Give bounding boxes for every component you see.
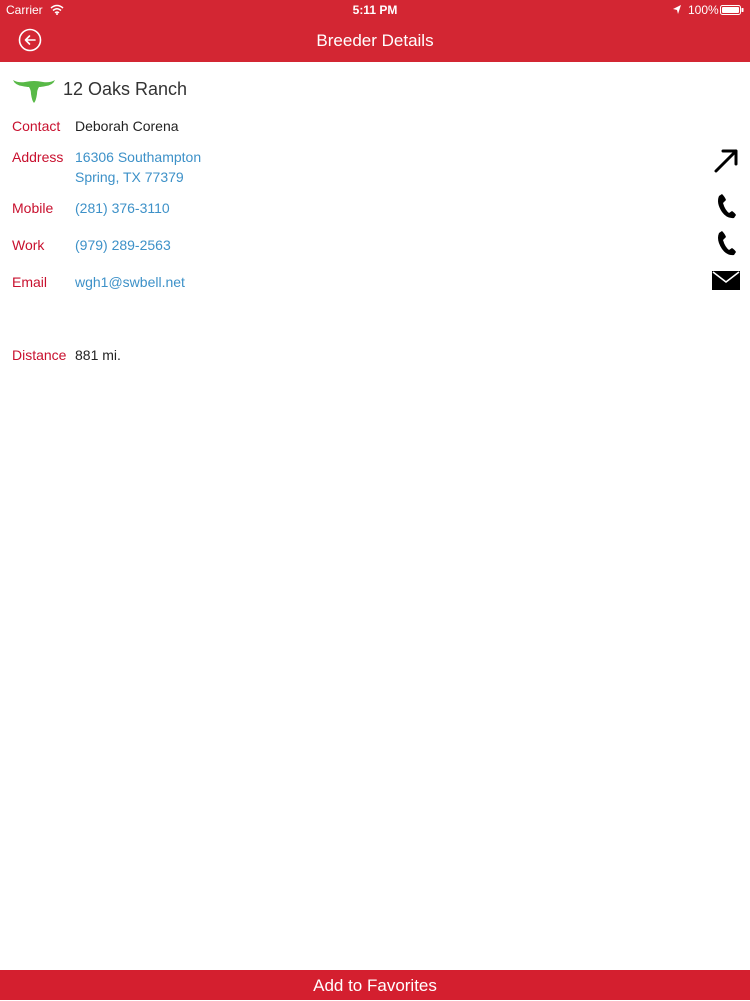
address-line-1[interactable]: 16306 Southampton — [75, 149, 201, 165]
status-bar: Carrier 5:11 PM 100% — [0, 0, 750, 20]
mobile-number[interactable]: (281) 376-3110 — [75, 200, 170, 216]
add-to-favorites-button[interactable]: Add to Favorites — [0, 970, 750, 1000]
location-arrow-icon — [673, 5, 681, 14]
address-label: Address — [12, 149, 64, 165]
mail-icon[interactable] — [712, 266, 740, 294]
work-phone-icon[interactable] — [712, 229, 740, 257]
breeder-name: 12 Oaks Ranch — [63, 79, 188, 99]
longhorn-icon — [13, 80, 55, 103]
distance-label: Distance — [12, 347, 67, 363]
battery-icon — [720, 5, 744, 15]
work-number[interactable]: (979) 289-2563 — [75, 237, 171, 253]
email-label: Email — [12, 274, 48, 290]
mobile-phone-icon[interactable] — [712, 192, 740, 220]
battery-percentage: 100% — [688, 3, 719, 17]
work-label: Work — [12, 237, 45, 253]
navigation-header: Carrier 5:11 PM 100% Breeder Details — [0, 0, 750, 62]
mobile-label: Mobile — [12, 200, 54, 216]
directions-arrow-icon[interactable] — [712, 147, 740, 175]
distance-value: 881 mi. — [75, 347, 121, 363]
address-line-2[interactable]: Spring, TX 77379 — [75, 169, 184, 185]
email-address[interactable]: wgh1@swbell.net — [75, 274, 185, 290]
contact-label: Contact — [12, 118, 61, 134]
status-time: 5:11 PM — [352, 3, 398, 17]
contact-value: Deborah Corena — [75, 118, 179, 134]
page-title: Breeder Details — [316, 31, 434, 50]
